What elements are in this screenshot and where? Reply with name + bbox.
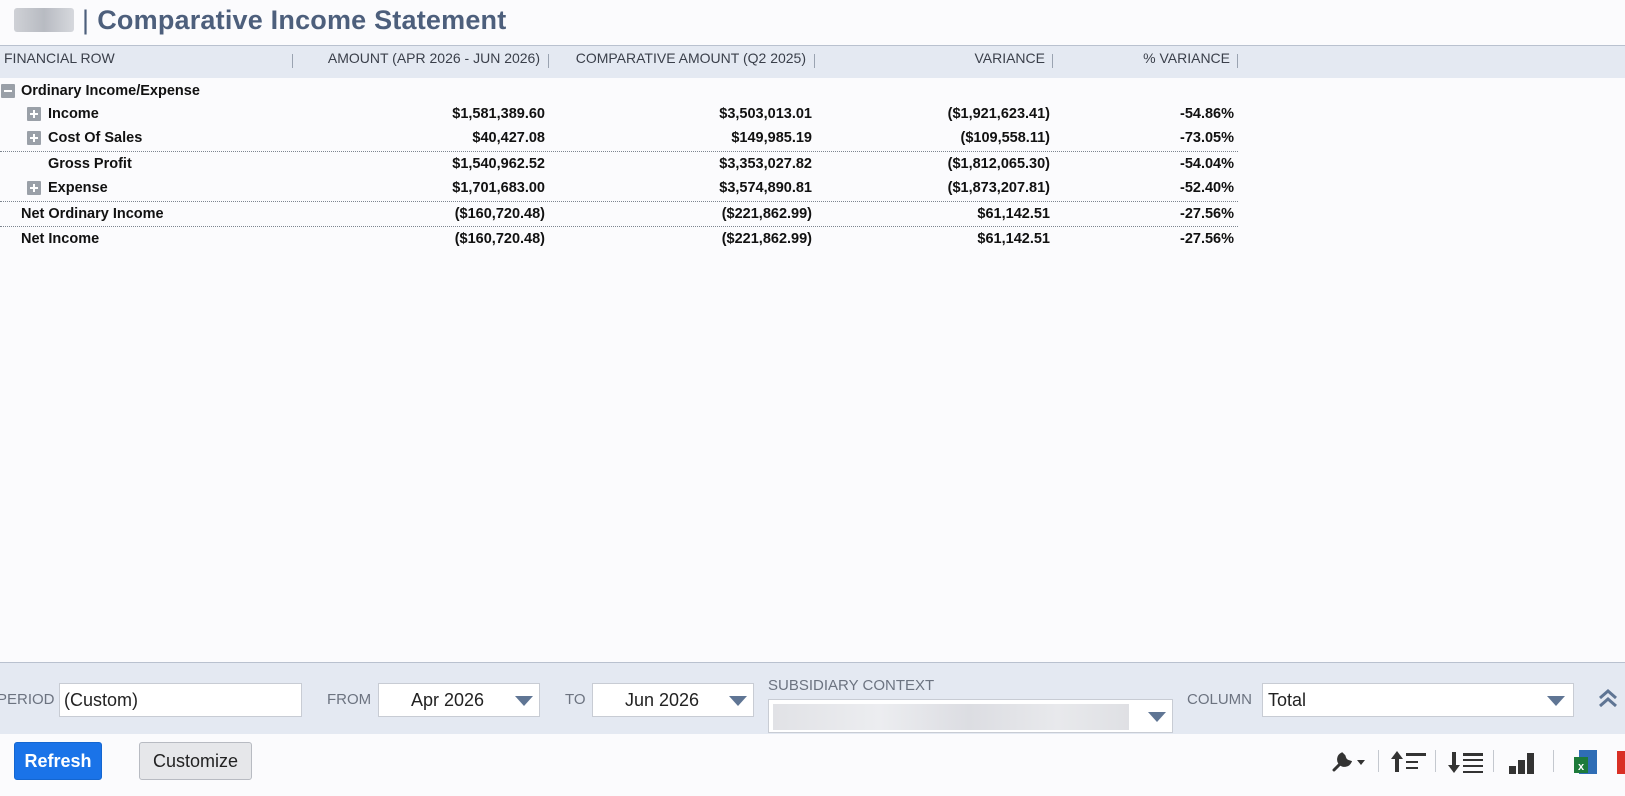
column-header-comparative-amount[interactable]: COMPARATIVE AMOUNT (Q2 2025) bbox=[552, 50, 806, 66]
percent-variance-cell: -27.56% bbox=[1179, 231, 1234, 247]
to-value: Jun 2026 bbox=[625, 690, 700, 710]
comparative-amount-cell[interactable]: $149,985.19 bbox=[560, 130, 812, 146]
table-row: Net Income ($160,720.48) ($221,862.99) $… bbox=[0, 228, 1240, 252]
row-label: Net Ordinary Income bbox=[21, 206, 164, 222]
pdf-export-icon[interactable] bbox=[1617, 748, 1625, 776]
percent-variance-cell: -54.04% bbox=[1179, 156, 1234, 172]
amount-cell: ($160,720.48) bbox=[454, 206, 545, 222]
to-period-select[interactable]: Jun 2026 bbox=[592, 683, 754, 717]
to-label: TO bbox=[565, 691, 586, 708]
column-header-percent-variance[interactable]: % VARIANCE bbox=[1060, 50, 1230, 66]
from-value: Apr 2026 bbox=[411, 690, 485, 710]
percent-variance-cell: -54.86% bbox=[1179, 106, 1234, 122]
variance-cell: ($1,873,207.81) bbox=[947, 180, 1050, 196]
column-label: COLUMN bbox=[1187, 691, 1253, 708]
expand-icon[interactable] bbox=[27, 131, 41, 145]
page-title-text: Comparative Income Statement bbox=[97, 5, 507, 35]
expand-all-icon[interactable] bbox=[1446, 748, 1484, 776]
row-label: Gross Profit bbox=[48, 156, 132, 172]
chevron-down-icon[interactable] bbox=[1547, 696, 1565, 706]
table-row: Ordinary Income/Expense bbox=[0, 80, 1240, 104]
column-select[interactable]: Total bbox=[1262, 683, 1574, 717]
chevron-up-double-icon[interactable] bbox=[1597, 687, 1619, 709]
refresh-button[interactable]: Refresh bbox=[14, 742, 102, 780]
chevron-down-icon[interactable] bbox=[729, 696, 747, 706]
toolbar-divider bbox=[1553, 750, 1554, 772]
column-header-row: FINANCIAL ROW AMOUNT (APR 2026 - JUN 202… bbox=[0, 46, 1625, 78]
column-divider[interactable] bbox=[548, 54, 549, 68]
page-header: | Comparative Income Statement bbox=[0, 0, 1625, 46]
toolbar-divider bbox=[1435, 750, 1436, 772]
column-header-financial-row[interactable]: FINANCIAL ROW bbox=[4, 50, 115, 66]
comparative-amount-cell: $3,353,027.82 bbox=[719, 156, 812, 172]
customize-button[interactable]: Customize bbox=[139, 742, 252, 780]
period-label: PERIOD bbox=[0, 691, 55, 708]
comparative-amount-cell: ($221,862.99) bbox=[721, 231, 812, 247]
subsidiary-context-select[interactable] bbox=[768, 699, 1173, 733]
amount-cell[interactable]: $40,427.08 bbox=[290, 130, 545, 146]
subsidiary-value bbox=[773, 704, 1129, 730]
toolbar-divider bbox=[1378, 750, 1379, 772]
excel-export-icon[interactable]: x bbox=[1572, 748, 1602, 776]
collapse-icon[interactable] bbox=[1, 84, 15, 98]
from-period-select[interactable]: Apr 2026 bbox=[378, 683, 540, 717]
row-label: Cost Of Sales bbox=[48, 130, 143, 146]
table-row: Net Ordinary Income ($160,720.48) ($221,… bbox=[0, 203, 1240, 227]
action-bar: Refresh Customize x bbox=[0, 734, 1625, 796]
chart-icon[interactable] bbox=[1505, 748, 1541, 776]
amount-cell: ($160,720.48) bbox=[454, 231, 545, 247]
chevron-down-icon[interactable] bbox=[1148, 712, 1166, 722]
variance-cell: $61,142.51 bbox=[977, 206, 1050, 222]
comparative-amount-cell[interactable]: $3,574,890.81 bbox=[560, 180, 812, 196]
variance-cell: ($109,558.11) bbox=[960, 130, 1051, 146]
period-value: (Custom) bbox=[64, 690, 139, 710]
amount-cell[interactable]: $1,701,683.00 bbox=[290, 180, 545, 196]
page-title: | Comparative Income Statement bbox=[82, 5, 506, 36]
svg-text:x: x bbox=[1578, 761, 1585, 773]
period-field[interactable]: (Custom) bbox=[59, 683, 302, 717]
table-row: Cost Of Sales $40,427.08 $149,985.19 ($1… bbox=[0, 127, 1240, 151]
row-divider bbox=[0, 226, 1238, 227]
table-row: Income $1,581,389.60 $3,503,013.01 ($1,9… bbox=[0, 103, 1240, 127]
title-separator: | bbox=[82, 5, 90, 35]
company-logo bbox=[14, 8, 74, 32]
column-header-variance[interactable]: VARIANCE bbox=[820, 50, 1045, 66]
row-label: Ordinary Income/Expense bbox=[21, 83, 200, 99]
column-divider[interactable] bbox=[814, 54, 815, 68]
column-value: Total bbox=[1268, 690, 1307, 710]
percent-variance-cell: -73.05% bbox=[1179, 130, 1234, 146]
wrench-icon[interactable] bbox=[1330, 748, 1370, 776]
variance-cell: ($1,812,065.30) bbox=[947, 156, 1050, 172]
expand-icon[interactable] bbox=[27, 107, 41, 121]
variance-cell: $61,142.51 bbox=[977, 231, 1050, 247]
comparative-amount-cell[interactable]: $3,503,013.01 bbox=[560, 106, 812, 122]
row-label: Net Income bbox=[21, 231, 100, 247]
column-header-amount[interactable]: AMOUNT (APR 2026 - JUN 2026) bbox=[290, 50, 540, 66]
expand-icon[interactable] bbox=[27, 181, 41, 195]
comparative-amount-cell: ($221,862.99) bbox=[721, 206, 812, 222]
percent-variance-cell: -27.56% bbox=[1179, 206, 1234, 222]
toolbar-divider bbox=[1493, 750, 1494, 772]
subsidiary-context-label: SUBSIDIARY CONTEXT bbox=[768, 677, 935, 694]
collapse-all-icon[interactable] bbox=[1389, 748, 1427, 776]
variance-cell: ($1,921,623.41) bbox=[947, 106, 1050, 122]
chevron-down-icon[interactable] bbox=[515, 696, 533, 706]
column-divider[interactable] bbox=[1052, 54, 1053, 68]
amount-cell: $1,540,962.52 bbox=[452, 156, 545, 172]
amount-cell[interactable]: $1,581,389.60 bbox=[290, 106, 545, 122]
row-divider bbox=[0, 151, 1238, 152]
report-filter-bar: PERIOD (Custom) FROM Apr 2026 TO Jun 202… bbox=[0, 662, 1625, 734]
table-row: Gross Profit $1,540,962.52 $3,353,027.82… bbox=[0, 153, 1240, 177]
column-divider[interactable] bbox=[1237, 54, 1238, 68]
row-label: Income bbox=[48, 106, 99, 122]
percent-variance-cell: -52.40% bbox=[1179, 180, 1234, 196]
table-row: Expense $1,701,683.00 $3,574,890.81 ($1,… bbox=[0, 177, 1240, 201]
row-label: Expense bbox=[48, 180, 108, 196]
from-label: FROM bbox=[327, 691, 372, 708]
row-divider bbox=[0, 201, 1238, 202]
